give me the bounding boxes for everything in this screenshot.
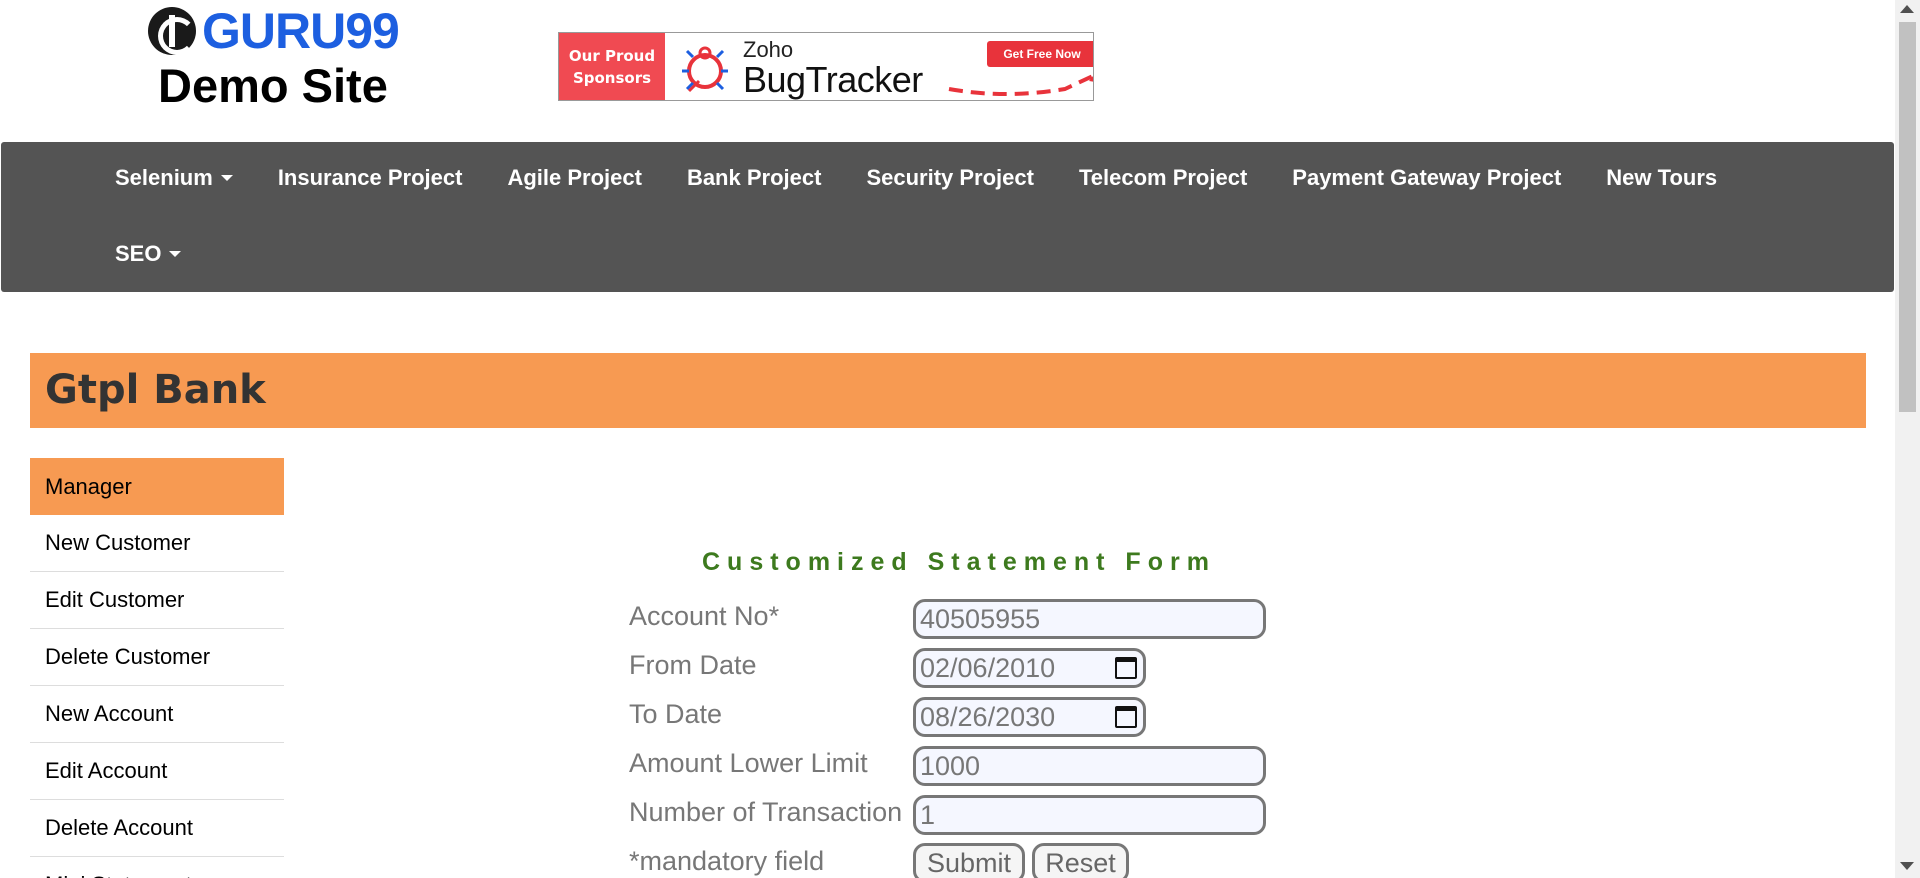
to-date-value: 08/26/2030 xyxy=(920,701,1056,732)
sidebar-item-delete-account[interactable]: Delete Account xyxy=(30,800,284,857)
ad-product: BugTracker xyxy=(743,59,923,100)
nav-insurance-project[interactable]: Insurance Project xyxy=(278,165,463,191)
amount-lower-limit-value: 1000 xyxy=(920,750,981,781)
nav-row-1: Selenium Insurance Project Agile Project… xyxy=(115,158,1762,198)
from-date-value: 02/06/2010 xyxy=(920,652,1056,683)
bug-icon xyxy=(682,46,728,93)
main-navbar: Selenium Insurance Project Agile Project… xyxy=(1,142,1894,292)
amount-lower-limit-input[interactable]: 1000 xyxy=(913,746,1266,786)
number-of-transaction-input[interactable]: 1 xyxy=(913,795,1266,835)
bank-header-bar: Gtpl Bank xyxy=(30,353,1866,428)
number-of-transaction-label: Number of Transaction xyxy=(629,797,903,827)
sponsor-line-1: Our Proud xyxy=(568,46,656,65)
submit-button[interactable]: Submit xyxy=(913,843,1025,878)
scroll-up-icon[interactable] xyxy=(1900,5,1914,13)
sidebar-item-new-account[interactable]: New Account xyxy=(30,686,284,743)
to-date-input[interactable]: 08/26/2030 xyxy=(913,697,1146,737)
form-title: Customized Statement Form xyxy=(702,548,1216,576)
get-free-now-button[interactable]: Get Free Now xyxy=(987,41,1093,67)
sidebar-item-edit-account[interactable]: Edit Account xyxy=(30,743,284,800)
site-logo[interactable]: GURU99 Demo Site xyxy=(148,6,408,112)
scroll-down-icon[interactable] xyxy=(1900,862,1914,870)
reset-button[interactable]: Reset xyxy=(1032,843,1129,878)
account-no-label: Account No* xyxy=(629,601,780,631)
nav-security-project[interactable]: Security Project xyxy=(866,165,1034,191)
from-date-input[interactable]: 02/06/2010 xyxy=(913,648,1146,688)
nav-payment-gateway-project[interactable]: Payment Gateway Project xyxy=(1292,165,1561,191)
from-date-label: From Date xyxy=(629,650,757,680)
mandatory-note: *mandatory field xyxy=(629,846,825,876)
caret-down-icon xyxy=(220,175,233,181)
guru99-logo-icon xyxy=(148,7,196,55)
account-no-value: 40505955 xyxy=(920,603,1041,634)
nav-seo-dropdown[interactable]: SEO xyxy=(115,241,182,267)
dashed-arrow-icon xyxy=(948,73,1093,96)
caret-down-icon xyxy=(169,251,182,257)
nav-new-tours[interactable]: New Tours xyxy=(1606,165,1717,191)
bank-title: Gtpl Bank xyxy=(45,367,266,413)
sidebar-item-edit-customer[interactable]: Edit Customer xyxy=(30,572,284,629)
to-date-label: To Date xyxy=(629,699,723,729)
nav-telecom-project[interactable]: Telecom Project xyxy=(1079,165,1247,191)
account-no-input[interactable]: 40505955 xyxy=(913,599,1266,639)
nav-bank-project[interactable]: Bank Project xyxy=(687,165,822,191)
sidebar-menu: Manager New Customer Edit Customer Delet… xyxy=(30,458,284,878)
scrollbar-thumb[interactable] xyxy=(1899,22,1916,412)
nav-label: Selenium xyxy=(115,165,213,190)
calendar-icon[interactable] xyxy=(1115,657,1137,679)
logo-text: GURU99 xyxy=(202,3,400,59)
sponsor-ad-banner[interactable]: Our Proud Sponsors Zoho BugTracker Get F… xyxy=(558,32,1094,101)
sidebar-item-delete-customer[interactable]: Delete Customer xyxy=(30,629,284,686)
sidebar-item-new-customer[interactable]: New Customer xyxy=(30,515,284,572)
calendar-icon[interactable] xyxy=(1115,706,1137,728)
amount-lower-limit-label: Amount Lower Limit xyxy=(629,748,868,778)
number-of-transaction-value: 1 xyxy=(920,799,936,830)
nav-row-2: SEO xyxy=(115,234,226,274)
nav-agile-project[interactable]: Agile Project xyxy=(507,165,641,191)
sidebar-item-mini-statement[interactable]: Mini Statement xyxy=(30,857,284,878)
sponsor-label: Our Proud Sponsors xyxy=(559,33,665,100)
site-title: Demo Site xyxy=(158,59,388,112)
sponsor-line-2: Sponsors xyxy=(572,68,652,87)
nav-label: SEO xyxy=(115,241,162,266)
sidebar-item-manager[interactable]: Manager xyxy=(30,458,284,515)
nav-selenium-dropdown[interactable]: Selenium xyxy=(115,165,233,191)
